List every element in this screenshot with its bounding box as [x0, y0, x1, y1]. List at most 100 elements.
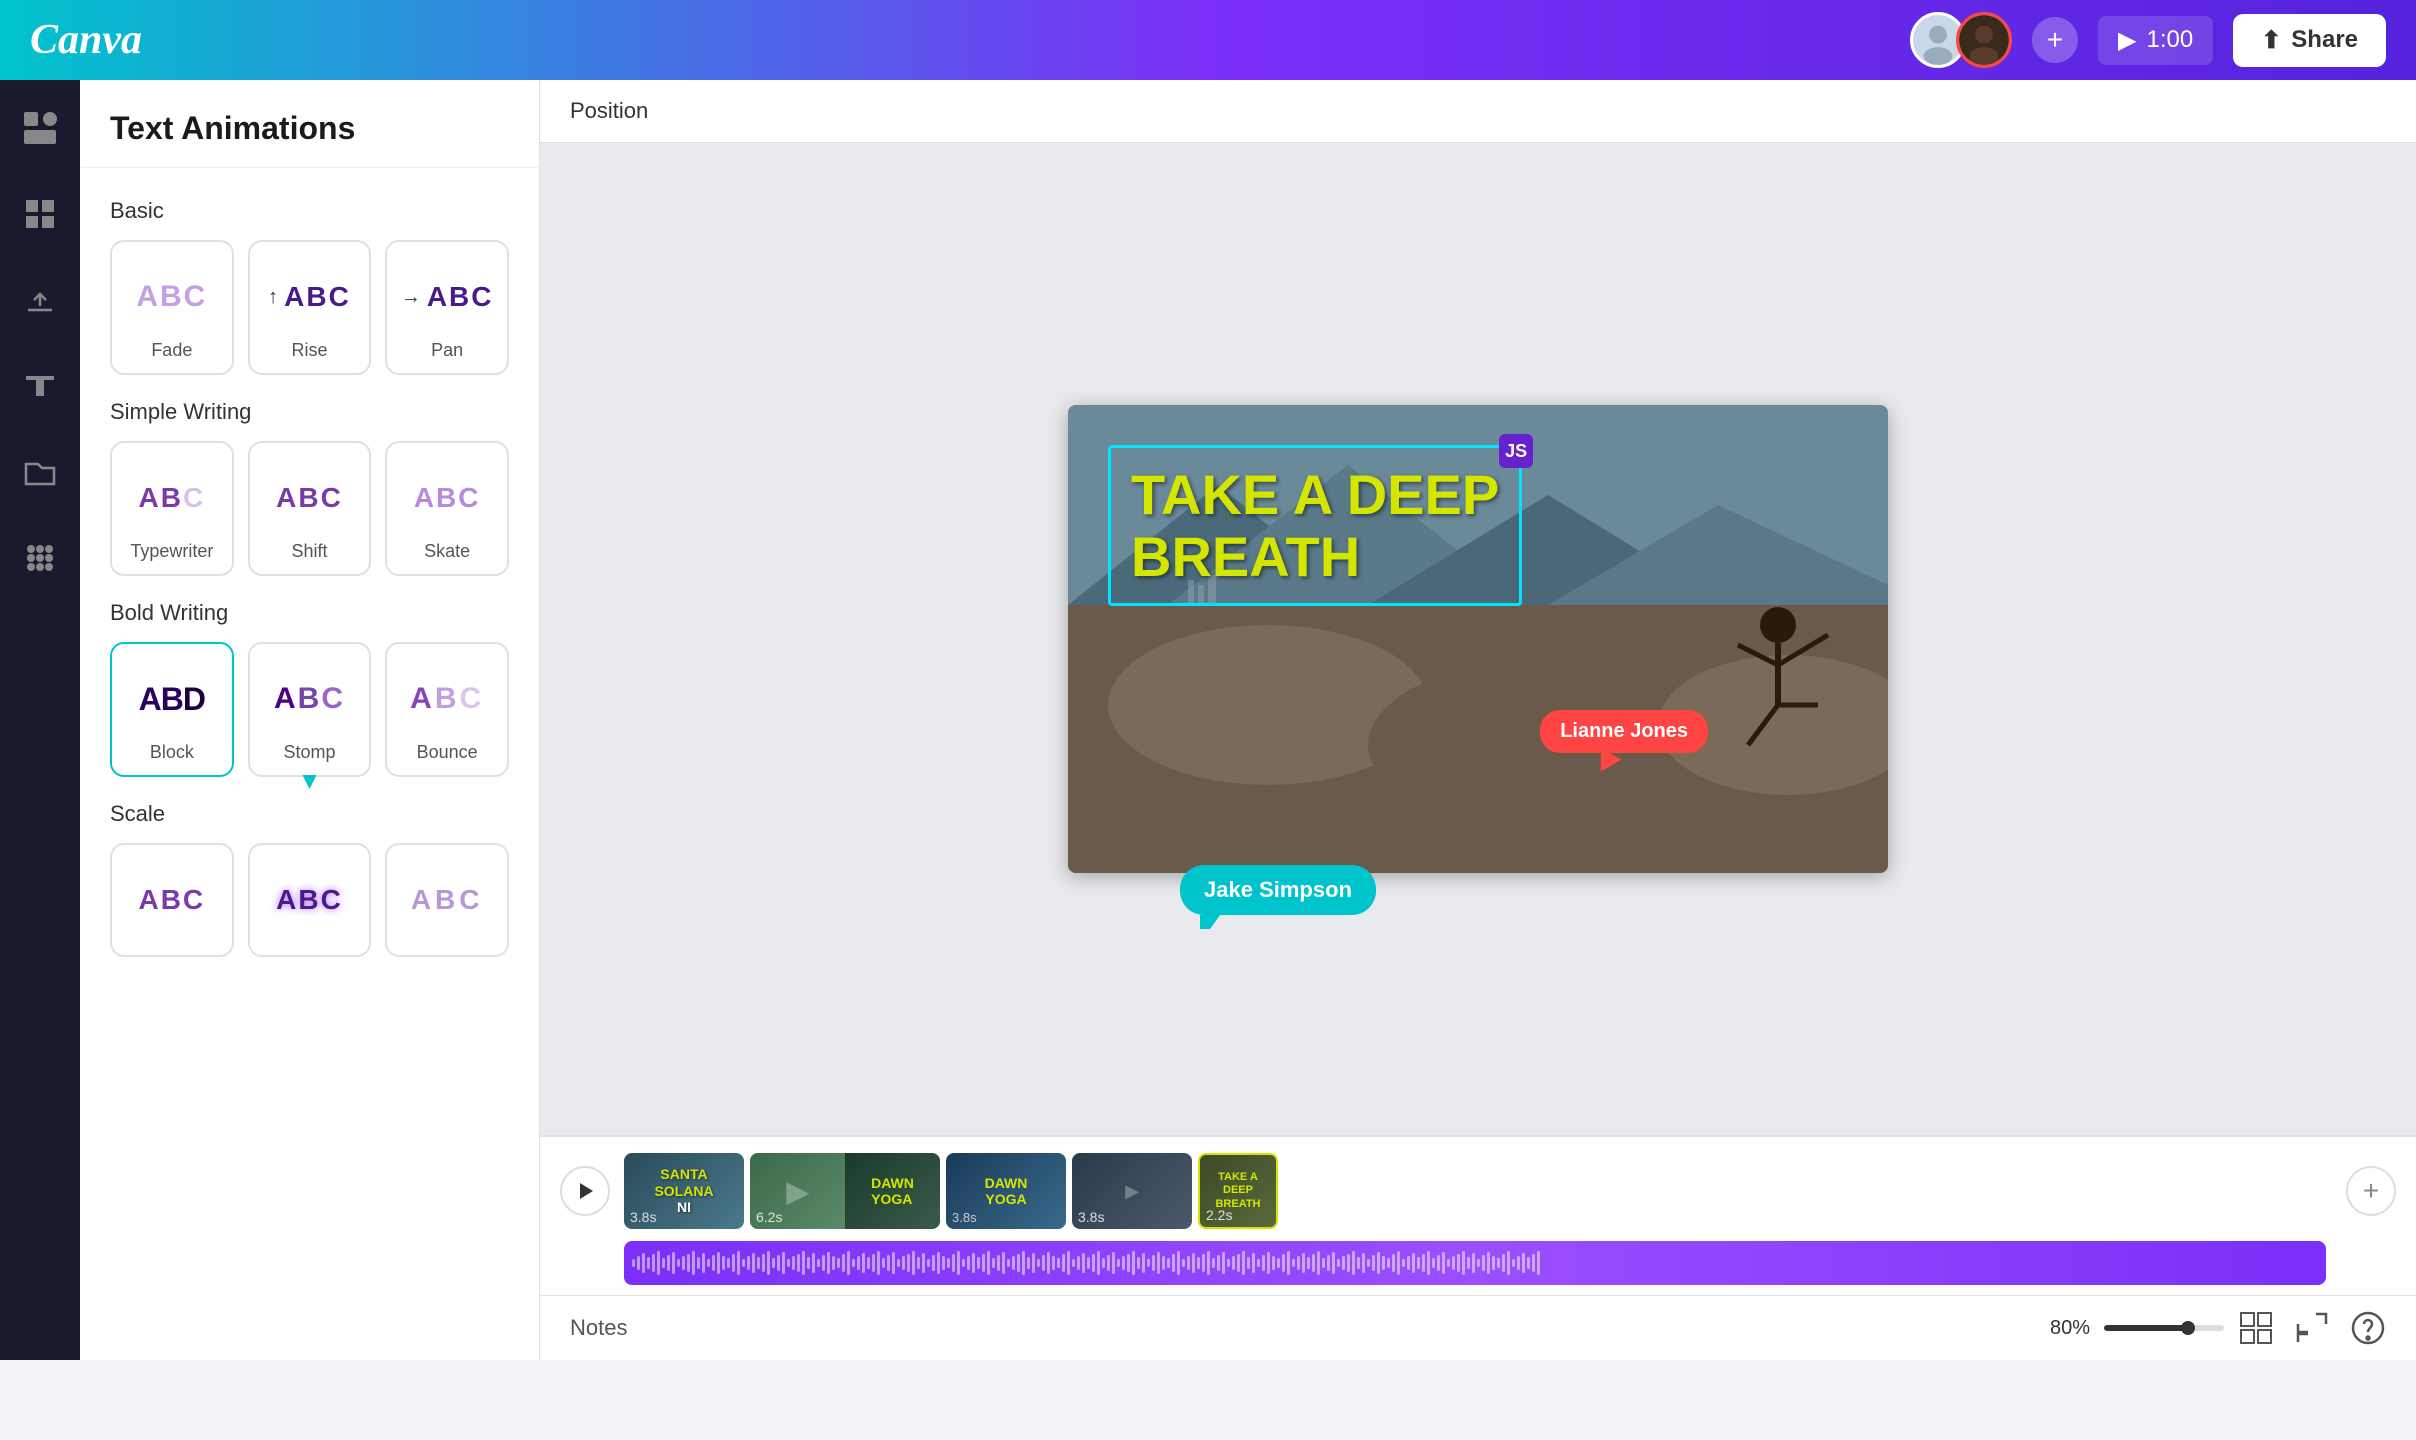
wave-bar	[1252, 1253, 1255, 1273]
footer-icons	[2238, 1310, 2386, 1346]
text-overlay[interactable]: JS TAKE A DEEP BREATH	[1108, 445, 1522, 606]
wave-bar	[1242, 1251, 1245, 1275]
wave-bar	[1272, 1256, 1275, 1270]
help-icon[interactable]	[2350, 1310, 2386, 1346]
play-button[interactable]: ▶ 1:00	[2098, 16, 2213, 65]
animation-scale3[interactable]: ABC	[385, 843, 509, 957]
play-icon: ▶	[2118, 26, 2136, 55]
clip-2[interactable]: ▶ DAWNYOGA 6.2s	[750, 1153, 940, 1229]
wave-bar	[1297, 1256, 1300, 1270]
zoom-slider-thumb	[2181, 1321, 2195, 1335]
sidebar-item-apps[interactable]	[12, 530, 68, 586]
animation-shift[interactable]: ABC Shift	[248, 441, 372, 576]
typewriter-preview: ABC	[122, 463, 222, 533]
wave-bar	[1257, 1259, 1260, 1267]
sidebar-item-text[interactable]	[12, 358, 68, 414]
sidebar-item-shapes[interactable]	[12, 186, 68, 242]
wave-bar	[887, 1255, 890, 1271]
bounce-label: Bounce	[417, 742, 478, 763]
wave-bar	[1467, 1257, 1470, 1269]
wave-bar	[777, 1255, 780, 1271]
wave-bar	[957, 1251, 960, 1275]
clip-1[interactable]: SANTASOLANANI 3.8s	[624, 1153, 744, 1229]
wave-bar	[1352, 1251, 1355, 1275]
wave-bar	[1042, 1255, 1045, 1271]
canvas-container: JS TAKE A DEEP BREATH Lianne Jones Jake …	[540, 143, 2416, 1135]
wave-bar	[642, 1253, 645, 1273]
wave-bar	[732, 1254, 735, 1272]
clip-3[interactable]: DAWNYOGA 3.8s	[946, 1153, 1066, 1229]
jake-name: Jake Simpson	[1204, 877, 1352, 902]
wave-bar	[807, 1257, 810, 1269]
wave-bar	[1492, 1256, 1495, 1270]
wave-bar	[1162, 1256, 1165, 1270]
animation-scale2[interactable]: ABC	[248, 843, 372, 957]
timeline-play-button[interactable]	[560, 1166, 610, 1216]
wave-bar	[1142, 1253, 1145, 1273]
wave-bar	[1267, 1252, 1270, 1274]
wave-bar	[692, 1251, 695, 1275]
add-collaborator-button[interactable]: +	[2032, 17, 2078, 63]
bold-writing-grid: ABD Block A B C Stomp ABC ···	[110, 642, 509, 777]
animation-block[interactable]: ABD Block	[110, 642, 234, 777]
wave-bar	[1482, 1255, 1485, 1271]
wave-bar	[1362, 1253, 1365, 1273]
video-canvas[interactable]: JS TAKE A DEEP BREATH Lianne Jones	[1068, 405, 1888, 873]
position-tab[interactable]: Position	[540, 80, 2416, 143]
sidebar-item-upload[interactable]	[12, 272, 68, 328]
wave-bar	[1367, 1259, 1370, 1267]
clip-5-active[interactable]: TAKE A DEEPBREATH 2.2s	[1198, 1153, 1278, 1229]
wave-bar	[1332, 1252, 1335, 1274]
expand-icon[interactable]	[2294, 1310, 2330, 1346]
grid-view-icon[interactable]	[2238, 1310, 2274, 1346]
animation-scale1[interactable]: ABC	[110, 843, 234, 957]
clips-row: SANTASOLANANI 3.8s ▶ DAWNYOGA	[624, 1153, 2332, 1229]
wave-bar	[1427, 1251, 1430, 1275]
notes-label: Notes	[570, 1315, 627, 1341]
wave-bar	[1522, 1253, 1525, 1273]
wave-bar	[817, 1259, 820, 1267]
pan-preview: → ABC	[397, 262, 497, 332]
wave-bar	[757, 1257, 760, 1269]
animation-skate[interactable]: ABC Skate	[385, 441, 509, 576]
scale1-preview: ABC	[122, 865, 222, 935]
clip-4[interactable]: ▶ 3.8s	[1072, 1153, 1192, 1229]
zoom-slider[interactable]	[2104, 1325, 2224, 1331]
zoom-value: 80%	[2050, 1317, 2090, 1340]
section-scale: Scale	[110, 801, 509, 827]
add-clip-button[interactable]: +	[2346, 1166, 2396, 1216]
animation-stomp[interactable]: A B C Stomp	[248, 642, 372, 777]
animation-pan[interactable]: → ABC Pan	[385, 240, 509, 375]
wave-bar	[1072, 1259, 1075, 1267]
wave-bar	[1472, 1253, 1475, 1273]
pan-label: Pan	[431, 340, 463, 361]
wave-bar	[1027, 1257, 1030, 1269]
animation-fade[interactable]: ABC Fade	[110, 240, 234, 375]
wave-bar	[647, 1257, 650, 1269]
wave-bar	[697, 1257, 700, 1269]
wave-bar	[947, 1258, 950, 1268]
animation-bounce[interactable]: ABC ··· Bounce	[385, 642, 509, 777]
clip-2-duration: 6.2s	[756, 1209, 782, 1225]
wave-bar	[1512, 1259, 1515, 1267]
wave-bar	[1172, 1254, 1175, 1272]
animation-typewriter[interactable]: ABC Typewriter	[110, 441, 234, 576]
audio-track[interactable]: (function(){ const waveContainer = docum…	[624, 1241, 2326, 1285]
animation-rise[interactable]: ↑ ABC Rise	[248, 240, 372, 375]
audio-waveform: (function(){ const waveContainer = docum…	[624, 1241, 2326, 1285]
wave-bar	[1092, 1254, 1095, 1272]
wave-bar	[997, 1255, 1000, 1271]
wave-bar	[1127, 1254, 1130, 1272]
wave-bar	[1527, 1257, 1530, 1269]
wave-bar	[1337, 1259, 1340, 1267]
avatar-user2[interactable]	[1956, 12, 2012, 68]
sidebar-item-folder[interactable]	[12, 444, 68, 500]
fade-preview: ABC	[122, 262, 222, 332]
skate-preview: ABC	[397, 463, 497, 533]
wave-bar	[1122, 1256, 1125, 1270]
wave-bar	[742, 1259, 745, 1267]
wave-bar	[897, 1259, 900, 1267]
share-button[interactable]: ⬆ Share	[2233, 14, 2386, 67]
sidebar-item-elements[interactable]	[12, 100, 68, 156]
wave-bar	[787, 1259, 790, 1267]
